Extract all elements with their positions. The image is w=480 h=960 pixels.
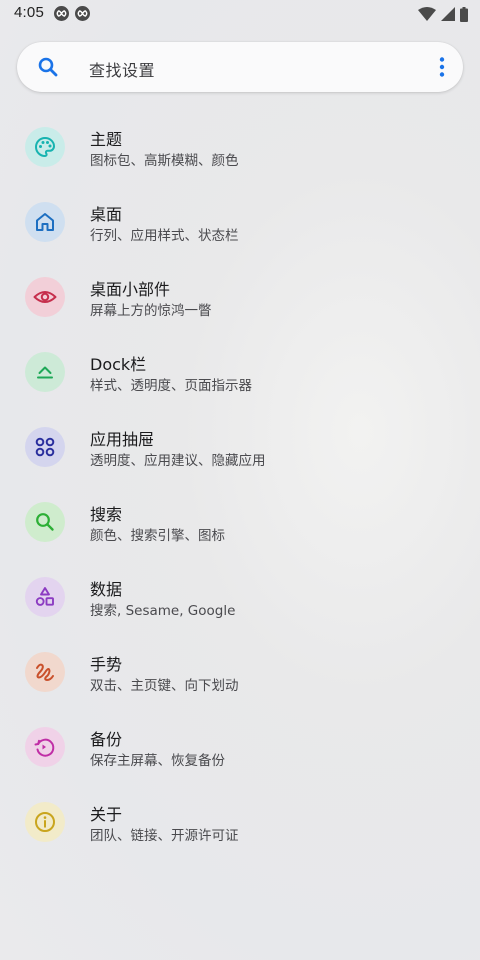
settings-item-subtitle: 保存主屏幕、恢复备份 (90, 753, 225, 769)
settings-item-title: 应用抽屉 (90, 430, 155, 449)
settings-item-subtitle: 屏幕上方的惊鸿一瞥 (90, 303, 212, 319)
settings-item-data[interactable]: 数据 搜索, Sesame, Google (0, 560, 480, 635)
notification-icon (54, 6, 69, 21)
settings-list: 主题 图标包、高斯模糊、颜色 桌面 行列、应用样式、状态栏 桌面小部件 屏幕上方… (0, 110, 480, 860)
search-placeholder: 查找设置 (89, 61, 156, 80)
battery-icon (460, 6, 468, 22)
info-icon (25, 802, 65, 842)
settings-item-subtitle: 样式、透明度、页面指示器 (90, 378, 252, 394)
settings-item-subtitle: 双击、主页键、向下划动 (90, 678, 239, 694)
settings-item-backup[interactable]: 备份 保存主屏幕、恢复备份 (0, 710, 480, 785)
settings-item-subtitle: 搜索, Sesame, Google (90, 603, 236, 619)
status-bar: 4:05 (0, 0, 480, 28)
settings-item-theme[interactable]: 主题 图标包、高斯模糊、颜色 (0, 110, 480, 185)
settings-item-subtitle: 颜色、搜索引擎、图标 (90, 528, 225, 544)
settings-item-title: 手势 (90, 655, 123, 674)
notification-icon (75, 6, 90, 21)
settings-item-search[interactable]: 搜索 颜色、搜索引擎、图标 (0, 485, 480, 560)
settings-item-subtitle: 团队、链接、开源许可证 (90, 828, 239, 844)
wifi-icon (418, 7, 436, 21)
settings-item-about[interactable]: 关于 团队、链接、开源许可证 (0, 785, 480, 860)
settings-item-dock[interactable]: Dock栏 样式、透明度、页面指示器 (0, 335, 480, 410)
search-icon (25, 502, 65, 542)
settings-item-title: 备份 (90, 730, 123, 749)
gesture-icon (25, 652, 65, 692)
eye-icon (25, 277, 65, 317)
settings-item-subtitle: 透明度、应用建议、隐藏应用 (90, 453, 266, 469)
search-icon (38, 57, 58, 77)
settings-item-title: 桌面小部件 (90, 280, 171, 299)
more-vert-icon[interactable] (435, 55, 449, 79)
settings-search-bar[interactable]: 查找设置 (17, 42, 463, 92)
settings-item-title: 数据 (90, 580, 123, 599)
palette-icon (25, 127, 65, 167)
backup-icon (25, 727, 65, 767)
settings-item-title: Dock栏 (90, 355, 147, 374)
settings-item-desktop[interactable]: 桌面 行列、应用样式、状态栏 (0, 185, 480, 260)
shapes-icon (25, 577, 65, 617)
cell-signal-icon (441, 7, 455, 21)
settings-item-app-drawer[interactable]: 应用抽屉 透明度、应用建议、隐藏应用 (0, 410, 480, 485)
apps-grid-icon (25, 427, 65, 467)
settings-item-subtitle: 行列、应用样式、状态栏 (90, 228, 239, 244)
home-icon (25, 202, 65, 242)
settings-item-widgets[interactable]: 桌面小部件 屏幕上方的惊鸿一瞥 (0, 260, 480, 335)
settings-item-title: 主题 (90, 130, 123, 149)
settings-item-gestures[interactable]: 手势 双击、主页键、向下划动 (0, 635, 480, 710)
dock-icon (25, 352, 65, 392)
settings-item-subtitle: 图标包、高斯模糊、颜色 (90, 153, 239, 169)
settings-item-title: 关于 (90, 805, 123, 824)
settings-item-title: 桌面 (90, 205, 123, 224)
status-time: 4:05 (14, 4, 44, 21)
settings-item-title: 搜索 (90, 505, 123, 524)
